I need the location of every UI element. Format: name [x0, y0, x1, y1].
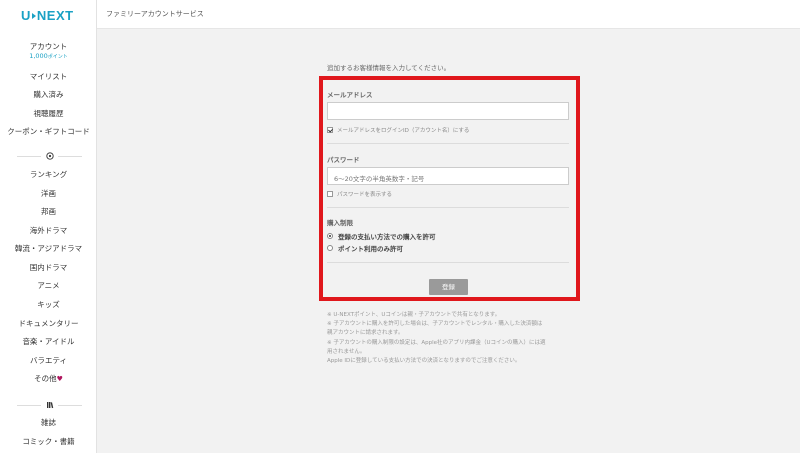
sidebar-item-kids[interactable]: キッズ — [0, 299, 96, 310]
note-line: 用されません。 — [327, 348, 366, 355]
sidebar-item-coupon[interactable]: クーポン・ギフトコード — [0, 126, 96, 137]
register-button[interactable]: 登録 — [429, 279, 468, 295]
form-intro: 追加するお客様情報を入力してください。 — [327, 64, 451, 72]
header-bar: ファミリーアカウントサービス — [97, 0, 800, 29]
email-field[interactable] — [327, 102, 569, 120]
sidebar-item-history[interactable]: 視聴履歴 — [0, 108, 96, 119]
note-line: Apple IDに登録している支払い方法での決済となりますのでご注意ください。 — [327, 358, 521, 365]
video-section-divider — [17, 152, 82, 160]
purchase-option-allow[interactable]: 登録の支払い方法での購入を許可 — [327, 231, 436, 241]
sidebar-item-foreign-drama[interactable]: 海外ドラマ — [0, 225, 96, 236]
radio-allow[interactable] — [327, 233, 333, 239]
sidebar-item-anime[interactable]: アニメ — [0, 280, 96, 291]
show-password-label: パスワードを表示する — [337, 192, 393, 198]
password-label: パスワード — [327, 156, 360, 164]
sidebar-item-other[interactable]: その他♥ — [0, 373, 96, 384]
sidebar-item-magazines[interactable]: 雑誌 — [0, 417, 96, 428]
sidebar-item-documentary[interactable]: ドキュメンタリー — [0, 318, 96, 329]
sidebar-item-mylist[interactable]: マイリスト — [0, 71, 96, 82]
divider — [327, 143, 569, 144]
notes: ※ U-NEXTポイント、Uコインは親・子アカウントで共有となります。 ※ 子ア… — [327, 311, 577, 366]
page-title: ファミリーアカウントサービス — [106, 10, 204, 18]
note-line: 親アカウントに請求されます。 — [327, 330, 404, 337]
points-balance[interactable]: 1,000ポイント — [0, 52, 96, 60]
play-circle-icon — [46, 152, 54, 160]
heart-icon: ♥ — [56, 375, 63, 383]
unext-logo[interactable]: U NEXT — [21, 8, 74, 23]
purchase-limit-label: 購入制限 — [327, 219, 353, 227]
password-field[interactable]: 6〜20文字の半角英数字・記号 — [327, 167, 569, 185]
sidebar: U NEXT アカウント 1,000ポイント マイリスト 購入済み 視聴履歴 クー… — [0, 0, 97, 453]
sidebar-item-account[interactable]: アカウント — [0, 41, 96, 52]
radio-points-only-label: ポイント利用のみ許可 — [338, 245, 403, 253]
show-password-checkbox[interactable] — [327, 191, 333, 197]
radio-points-only[interactable] — [327, 245, 333, 251]
purchase-option-points-only[interactable]: ポイント利用のみ許可 — [327, 243, 403, 253]
sidebar-item-variety[interactable]: バラエティ — [0, 355, 96, 366]
radio-allow-label: 登録の支払い方法での購入を許可 — [338, 233, 436, 241]
sidebar-item-ranking[interactable]: ランキング — [0, 169, 96, 180]
login-id-checkbox-row[interactable]: メールアドレスをログインID（アカウント名）にする — [327, 126, 469, 134]
books-section-divider — [17, 401, 82, 409]
note-line: ※ 子アカウントの購入制限の設定は、Apple社のアプリ内課金（Uコインの購入）… — [327, 339, 546, 346]
sidebar-item-comics-books[interactable]: コミック・書籍 — [0, 436, 96, 447]
sidebar-item-domestic-drama[interactable]: 国内ドラマ — [0, 262, 96, 273]
sidebar-item-music-idol[interactable]: 音楽・アイドル — [0, 336, 96, 347]
note-line: ※ U-NEXTポイント、Uコインは親・子アカウントで共有となります。 — [327, 312, 501, 318]
email-label: メールアドレス — [327, 91, 373, 99]
sidebar-item-purchased[interactable]: 購入済み — [0, 89, 96, 100]
divider — [327, 262, 569, 263]
sidebar-item-asian-drama[interactable]: 韓流・アジアドラマ — [0, 243, 96, 254]
sidebar-item-japanese-movies[interactable]: 邦画 — [0, 206, 96, 217]
books-icon — [47, 402, 54, 409]
sidebar-item-western-movies[interactable]: 洋画 — [0, 188, 96, 199]
divider — [327, 207, 569, 208]
note-line: ※ 子アカウントに購入を許可した場合は、子アカウントでレンタル・購入した決済額は — [327, 321, 543, 328]
login-id-checkbox-label: メールアドレスをログインID（アカウント名）にする — [337, 128, 470, 134]
show-password-checkbox-row[interactable]: パスワードを表示する — [327, 190, 392, 198]
login-id-checkbox[interactable] — [327, 127, 333, 133]
